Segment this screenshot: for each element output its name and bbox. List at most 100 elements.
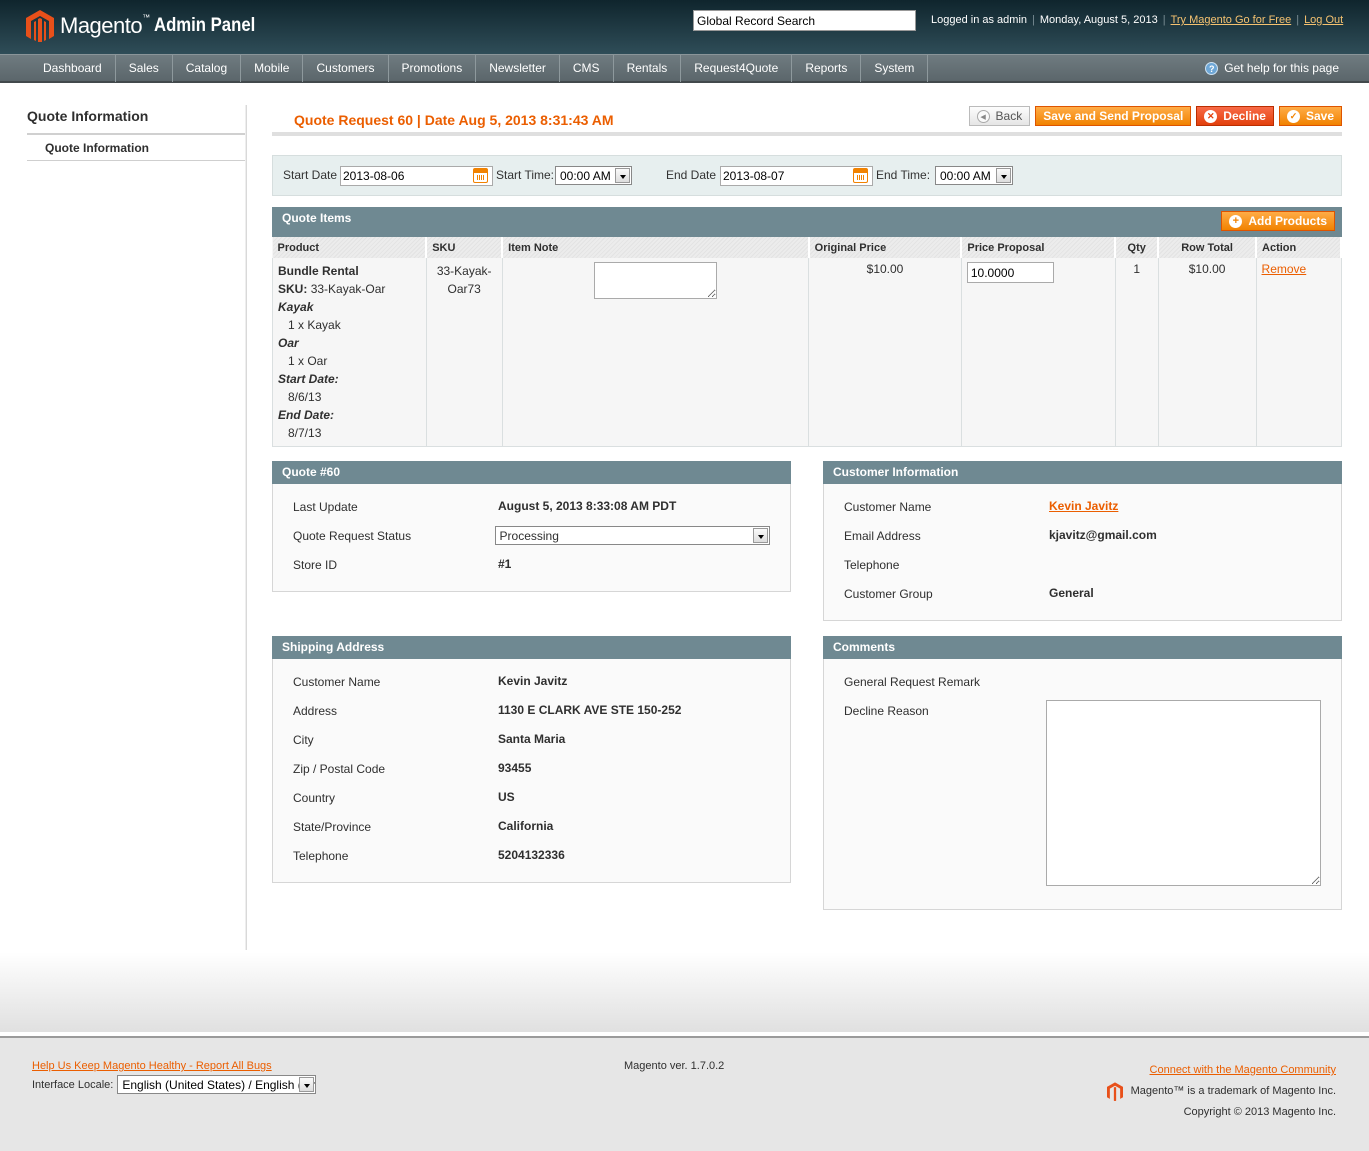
column-header-price-proposal: Price Proposal (961, 237, 1117, 258)
status-row: Quote Request Status Processing (293, 525, 770, 554)
store-id-row: Store ID #1 (293, 554, 770, 583)
nav-reports[interactable]: Reports (792, 55, 862, 82)
decline-reason-textarea[interactable] (1045, 700, 1321, 886)
item-note-textarea[interactable] (593, 262, 717, 299)
nav-sales[interactable]: Sales (116, 55, 173, 82)
page-title: Quote Request 60 | Date Aug 5, 2013 8:31… (294, 112, 614, 128)
decline-reason-row: Decline Reason (844, 700, 1321, 886)
rental-dates-bar: Start Date Start Time: 00:00 AM End Date… (272, 155, 1342, 196)
email-value: kjavitz@gmail.com (1049, 528, 1157, 542)
option-label: Oar (278, 336, 299, 350)
nav-promotions[interactable]: Promotions (389, 55, 477, 82)
report-bugs-link[interactable]: Help Us Keep Magento Healthy - Report Al… (32, 1060, 272, 1072)
sidebar-title: Quote Information (27, 105, 247, 135)
nav-system[interactable]: System (861, 55, 929, 82)
quote-info-box: Quote #60 Last Update August 5, 2013 8:33… (272, 461, 791, 592)
end-time-select[interactable]: 00:00 AM (935, 166, 1013, 185)
plus-icon: + (1229, 214, 1243, 228)
nav-mobile[interactable]: Mobile (241, 55, 304, 82)
start-time-select[interactable]: 00:00 AM (555, 166, 632, 185)
column-header-sku: SKU (426, 237, 504, 258)
end-date-input[interactable] (720, 166, 873, 186)
help-link[interactable]: ? Get help for this page (1205, 61, 1339, 75)
comments-box: Comments General Request Remark Decline … (823, 636, 1342, 910)
nav-customers[interactable]: Customers (303, 55, 389, 82)
help-link-label: Get help for this page (1224, 61, 1339, 75)
try-magento-go-link[interactable]: Try Magento Go for Free (1171, 14, 1292, 26)
price-proposal-cell (961, 258, 1116, 447)
help-icon: ? (1205, 61, 1219, 75)
action-buttons: ◀ Back Save and Send Proposal ✕ Decline ✓ S… (968, 106, 1342, 126)
decline-button[interactable]: ✕ Decline (1196, 106, 1274, 126)
customer-name-row: Customer Name Kevin Javitz (844, 499, 1119, 514)
chevron-down-icon (753, 528, 768, 543)
column-header-original-price: Original Price (808, 237, 963, 258)
chevron-down-icon (299, 1077, 315, 1092)
option-label: End Date: (278, 408, 335, 422)
end-date-calendar-icon[interactable] (853, 168, 868, 183)
back-button[interactable]: ◀ Back (968, 106, 1031, 126)
customer-name-link[interactable]: Kevin Javitz (1049, 499, 1118, 513)
column-header-product: Product (272, 237, 428, 258)
nav-rentals[interactable]: Rentals (614, 55, 682, 82)
quote-box-title: Quote #60 (272, 461, 791, 484)
option-label: Start Date: (278, 372, 339, 386)
global-search-input[interactable] (693, 10, 916, 31)
customer-info-box: Customer Information Customer Name Kevin … (823, 461, 1342, 621)
table-header-row: Product SKU Item Note Original Price Pri… (272, 237, 1342, 258)
email-row: Email Address kjavitz@gmail.com (844, 525, 1321, 554)
logo-subtitle: Admin Panel (153, 15, 255, 36)
sku-cell: 33-Kayak- Oar73 (426, 258, 503, 447)
chevron-down-icon (615, 168, 630, 183)
shipping-box-title: Shipping Address (272, 636, 791, 659)
start-date-label: Start Date (283, 168, 338, 182)
header-date: Monday, August 5, 2013 (1039, 14, 1158, 26)
comments-box-title: Comments (823, 636, 1342, 659)
last-update-value: August 5, 2013 8:33:08 AM PDT (498, 499, 677, 513)
action-cell: Remove (1256, 258, 1342, 447)
save-and-send-proposal-button[interactable]: Save and Send Proposal (1035, 106, 1192, 126)
save-button[interactable]: ✓ Save (1278, 106, 1342, 126)
column-header-action: Action (1256, 237, 1342, 258)
logo-text: Magento™ (60, 13, 150, 38)
customer-group-value: General (1049, 586, 1094, 600)
general-remark-row: General Request Remark (844, 675, 981, 689)
copyright-text: Copyright © 2013 Magento Inc. (1183, 1106, 1336, 1118)
quote-items-title: Quote Items (282, 211, 352, 225)
locale-label: Interface Locale: (32, 1078, 114, 1091)
header-links: Logged in as admin | Monday, August 5, 201… (931, 14, 1344, 26)
store-id-value: #1 (498, 557, 512, 571)
column-header-item-note: Item Note (502, 237, 810, 258)
sidebar-divider (245, 105, 247, 950)
end-date-label: End Date (666, 168, 717, 182)
shipping-row: Address 1130 E CLARK AVE STE 150-252 (293, 703, 682, 718)
start-date-input[interactable] (340, 166, 493, 186)
start-time-label: Start Time: (496, 168, 555, 182)
sidebar: Quote Information Quote Information (27, 105, 247, 161)
locale-select[interactable]: English (United States) / English (Unite… (117, 1075, 317, 1094)
nav-dashboard[interactable]: Dashboard (30, 55, 116, 82)
nav-newsletter[interactable]: Newsletter (476, 55, 560, 82)
main-nav: Dashboard Sales Catalog Mobile Customers… (0, 54, 1369, 83)
nav-request4quote[interactable]: Request4Quote (681, 55, 793, 82)
column-header-qty: Qty (1115, 237, 1160, 258)
quote-status-select[interactable]: Processing (494, 526, 770, 545)
shipping-row: Telephone 5204132336 (293, 848, 565, 863)
start-date-calendar-icon[interactable] (473, 168, 488, 183)
option-label: Kayak (278, 300, 314, 314)
sidebar-item-quote-information[interactable]: Quote Information (27, 135, 247, 161)
price-proposal-input[interactable] (966, 262, 1054, 283)
quote-items-table: Product SKU Item Note Original Price Pri… (272, 237, 1342, 447)
nav-catalog[interactable]: Catalog (173, 55, 242, 82)
logout-link[interactable]: Log Out (1304, 14, 1343, 26)
back-arrow-icon: ◀ (976, 109, 990, 123)
magento-logo[interactable]: Magento™ Admin Panel (26, 10, 269, 42)
customer-group-row: Customer Group General (844, 583, 1321, 612)
logged-in-text: Logged in as admin (931, 14, 1028, 26)
community-link[interactable]: Connect with the Magento Community (1150, 1064, 1336, 1076)
nav-cms[interactable]: CMS (560, 55, 614, 82)
shipping-row: City Santa Maria (293, 732, 566, 747)
product-sku: SKU: 33-Kayak-Oar (278, 282, 386, 296)
add-products-button[interactable]: + Add Products (1221, 211, 1335, 231)
remove-link[interactable]: Remove (1262, 262, 1307, 276)
